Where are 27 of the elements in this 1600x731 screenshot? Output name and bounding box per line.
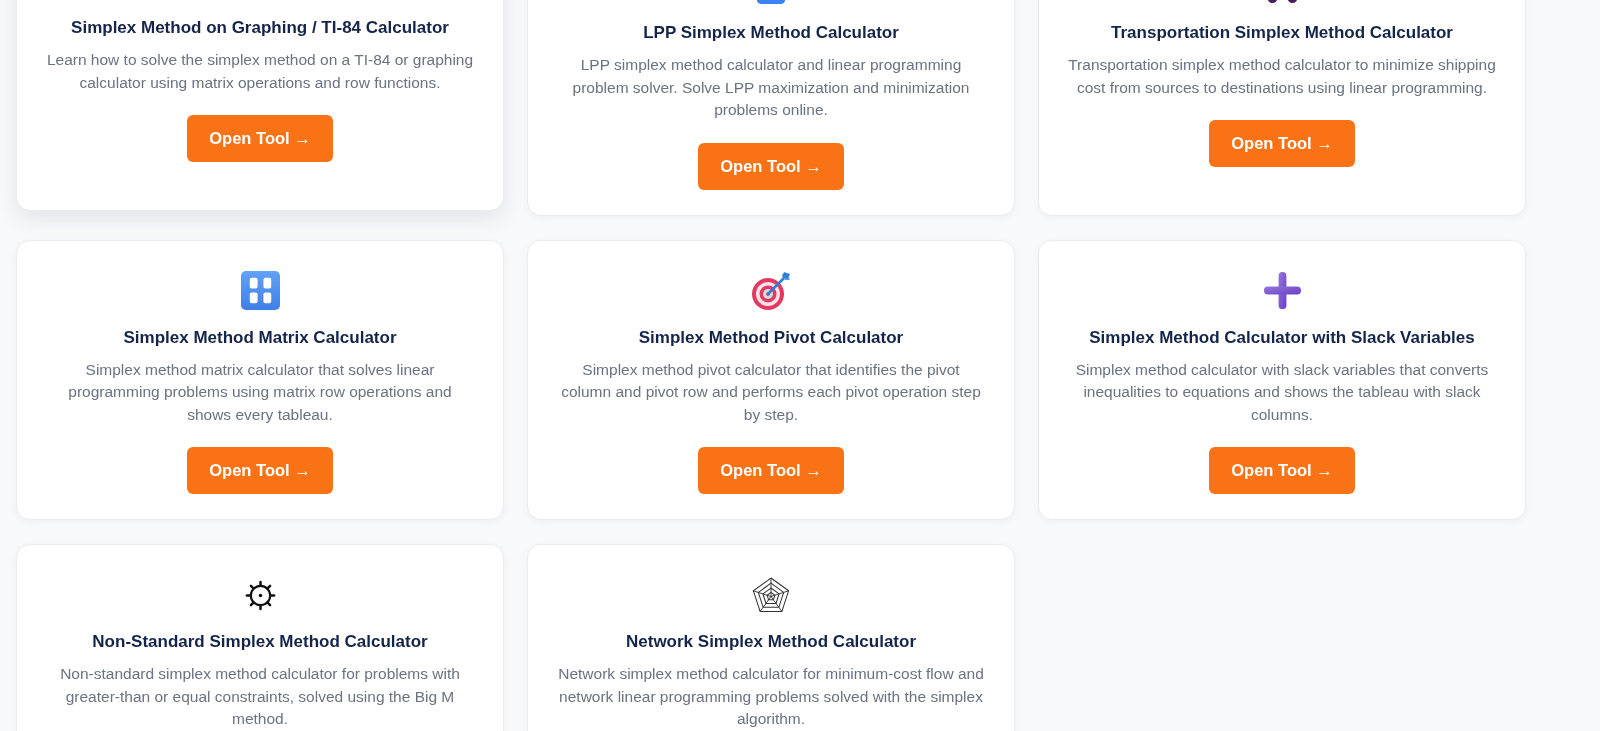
- target-icon: [751, 270, 791, 311]
- open-tool-button[interactable]: Open Tool →: [187, 447, 333, 494]
- open-tool-button[interactable]: Open Tool →: [698, 447, 844, 494]
- gear-icon: [244, 579, 276, 611]
- open-tool-button[interactable]: Open Tool →: [187, 115, 333, 162]
- card-title: Non-Standard Simplex Method Calculator: [92, 631, 428, 653]
- card-description: Transportation simplex method calculator to minimize shipping cost from sources to destinations using linear programming.: [1067, 55, 1497, 98]
- card-description: Non-standard simplex method calculator for problems with greater-than or equal constraints, solved using the Big M method.: [59, 664, 461, 729]
- card-title: Transportation Simplex Method Calculator: [1111, 22, 1453, 44]
- card-description: LPP simplex method calculator and linear programming problem solver. Solve LPP maximization and minimization problems online.: [571, 55, 971, 120]
- card-title: Simplex Method Calculator with Slack Variables: [1089, 326, 1475, 349]
- card-title: Network Simplex Method Calculator: [626, 631, 916, 653]
- card-description: Simplex method matrix calculator that solves linear programming problems using matrix row operations and shows every tableau.: [67, 359, 453, 425]
- card-description: Network simplex method calculator for minimum-cost flow and network linear programming problems solved with the simplex algorithm.: [557, 664, 985, 729]
- card-title: Simplex Method on Graphing / TI-84 Calculator: [71, 17, 449, 39]
- card-title: Simplex Method Matrix Calculator: [123, 326, 397, 349]
- open-tool-button[interactable]: Open Tool →: [1209, 120, 1355, 167]
- open-tool-button[interactable]: Open Tool →: [698, 142, 844, 190]
- card-title: LPP Simplex Method Calculator: [643, 22, 899, 44]
- card-description: Learn how to solve the simplex method on a TI-84 or graphing calculator using matrix operations and row functions.: [45, 50, 475, 93]
- plus-icon: [1262, 271, 1302, 310]
- keypad-icon: [240, 271, 280, 310]
- card-description: Simplex method calculator with slack variables that converts inequalities to equations and shows the tableau with slack columns.: [1074, 359, 1490, 425]
- open-tool-button[interactable]: Open Tool →: [1209, 447, 1355, 494]
- card-description: Simplex method pivot calculator that identifies the pivot column and pivot row and performs each pivot operation step by step.: [560, 359, 982, 425]
- spider-web-icon: [751, 576, 791, 614]
- card-title: Simplex Method Pivot Calculator: [638, 326, 904, 349]
